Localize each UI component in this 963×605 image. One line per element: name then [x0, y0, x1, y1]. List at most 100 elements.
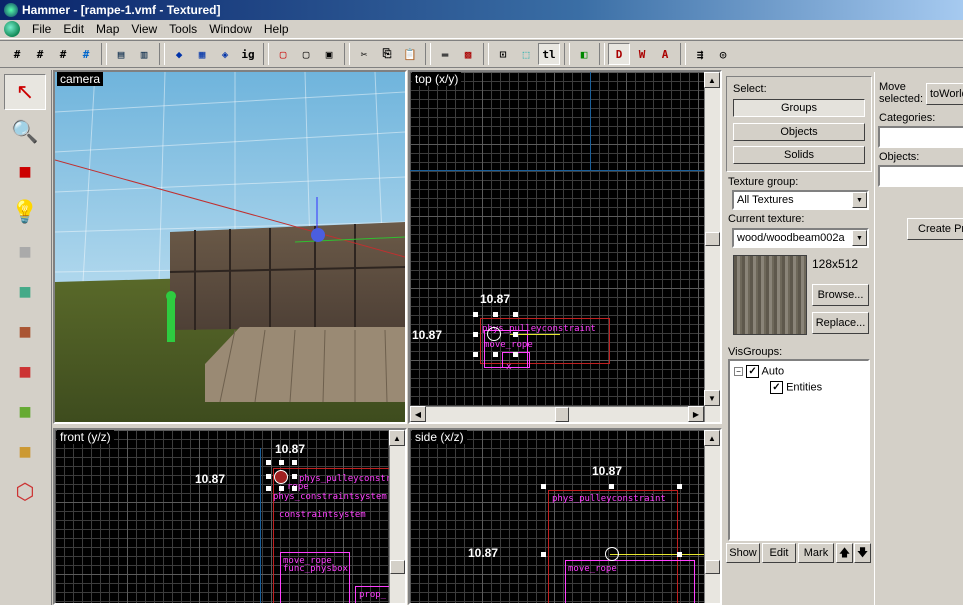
menu-file[interactable]: File: [26, 22, 57, 36]
visgroup-auto-row[interactable]: − ✓ Auto: [734, 365, 784, 378]
front-viewport[interactable]: front (y/z) 10.87 10.87 phys_pulleyconst…: [53, 428, 407, 605]
selection-tool-icon[interactable]: ↖: [4, 74, 46, 110]
resize-handle[interactable]: [513, 332, 518, 337]
select-solids-button[interactable]: Solids: [733, 146, 865, 164]
resize-handle[interactable]: [541, 484, 546, 489]
camera-viewport[interactable]: camera: [53, 70, 407, 424]
hollow-icon[interactable]: ▢: [295, 43, 317, 65]
resize-handle[interactable]: [266, 460, 271, 465]
menu-view[interactable]: View: [125, 22, 163, 36]
show-all-icon[interactable]: ▦: [191, 43, 213, 65]
texture-application-icon[interactable]: ■: [4, 274, 46, 310]
move-up-arrow-icon[interactable]: 🡅: [836, 543, 853, 563]
hide-selected-icon[interactable]: ◆: [168, 43, 190, 65]
pulley-origin-icon[interactable]: [605, 547, 619, 561]
carve-icon[interactable]: ▢: [272, 43, 294, 65]
resize-handle[interactable]: [493, 352, 498, 357]
resize-handle[interactable]: [677, 484, 682, 489]
side-viewport[interactable]: side (x/z) 10.87 10.87 phys_pulleyconstr…: [408, 428, 722, 605]
pulley-origin-icon[interactable]: [487, 327, 501, 341]
pulley-origin-icon[interactable]: [274, 470, 288, 484]
browse-button[interactable]: Browse...: [812, 284, 869, 306]
run-map-icon[interactable]: ⇶: [689, 43, 711, 65]
resize-handle[interactable]: [493, 312, 498, 317]
grid-smaller-icon[interactable]: #: [52, 43, 74, 65]
group-icon[interactable]: ▤: [110, 43, 132, 65]
clipping-tool-icon[interactable]: ■: [4, 434, 46, 470]
chevron-down-icon[interactable]: ▼: [852, 230, 867, 246]
visgroups-tree[interactable]: − ✓ Auto ✓ Entities: [728, 359, 870, 541]
resize-handle[interactable]: [266, 486, 271, 491]
visgroup-edit-button[interactable]: Edit: [762, 543, 796, 563]
resize-handle[interactable]: [473, 352, 478, 357]
chevron-down-icon[interactable]: ▼: [852, 192, 867, 208]
decal-tool-icon[interactable]: ■: [4, 354, 46, 390]
scroll-thumb[interactable]: [705, 560, 720, 574]
3d-grid-icon[interactable]: #: [29, 43, 51, 65]
scroll-left-arrow-icon[interactable]: ◀: [410, 406, 426, 422]
menu-map[interactable]: Map: [90, 22, 125, 36]
resize-handle[interactable]: [473, 312, 478, 317]
scroll-up-arrow-icon[interactable]: ▲: [389, 430, 405, 446]
select-by-handles-icon[interactable]: ⬚: [515, 43, 537, 65]
display-a-icon[interactable]: A: [654, 43, 676, 65]
resize-handle[interactable]: [677, 552, 682, 557]
move-down-arrow-icon[interactable]: 🡇: [854, 543, 871, 563]
entity-tool-icon[interactable]: 💡: [4, 194, 46, 230]
front-vertical-scrollbar[interactable]: ▲: [389, 430, 405, 603]
copy-icon[interactable]: ⎘: [376, 43, 398, 65]
side-vertical-scrollbar[interactable]: ▲: [704, 430, 720, 603]
scroll-right-arrow-icon[interactable]: ▶: [688, 406, 704, 422]
to-world-button[interactable]: toWorld: [926, 83, 963, 105]
resize-handle[interactable]: [473, 332, 478, 337]
to-entity-icon[interactable]: ▩: [457, 43, 479, 65]
menu-tools[interactable]: Tools: [163, 22, 203, 36]
categories-select[interactable]: [878, 126, 963, 148]
resize-handle[interactable]: [541, 552, 546, 557]
select-groups-button[interactable]: Groups: [733, 99, 865, 117]
top-horizontal-scrollbar[interactable]: ◀ ▶: [410, 406, 704, 422]
scroll-thumb[interactable]: [555, 407, 569, 422]
ignore-groups-icon[interactable]: ig: [237, 43, 259, 65]
solid-to-world-icon[interactable]: ▬: [434, 43, 456, 65]
compile-icon[interactable]: ◎: [712, 43, 734, 65]
resize-handle[interactable]: [279, 460, 284, 465]
replace-button[interactable]: Replace...: [812, 312, 869, 334]
top-viewport[interactable]: top (x/y) 10.87 10.87 phys_pulleyconstra…: [408, 70, 722, 424]
top-vertical-scrollbar[interactable]: ▲ ▼: [704, 72, 720, 422]
resize-handle[interactable]: [292, 474, 297, 479]
visgroup-show-button[interactable]: Show: [726, 543, 760, 563]
vertex-tool-icon[interactable]: ⬡: [4, 474, 46, 510]
menu-edit[interactable]: Edit: [57, 22, 90, 36]
ungroup-icon[interactable]: ▥: [133, 43, 155, 65]
block-tool-icon[interactable]: ■: [4, 234, 46, 270]
display-d-icon[interactable]: D: [608, 43, 630, 65]
checkbox-checked-icon[interactable]: ✓: [746, 365, 760, 378]
scroll-up-arrow-icon[interactable]: ▲: [704, 430, 720, 446]
texture-lock-pressed-icon[interactable]: tl: [538, 43, 560, 65]
display-w-icon[interactable]: W: [631, 43, 653, 65]
scroll-down-arrow-icon[interactable]: ▼: [704, 390, 720, 406]
visgroup-entities-row[interactable]: ✓ Entities: [770, 381, 822, 394]
cut-icon[interactable]: ✂: [353, 43, 375, 65]
texture-lock-icon[interactable]: ⊡: [492, 43, 514, 65]
resize-handle[interactable]: [266, 474, 271, 479]
objects-list[interactable]: [878, 165, 963, 187]
camera-tool-icon[interactable]: ■: [4, 154, 46, 190]
checkbox-checked-icon[interactable]: ✓: [770, 381, 783, 394]
apply-texture-icon[interactable]: ■: [4, 314, 46, 350]
resize-handle[interactable]: [513, 352, 518, 357]
menu-window[interactable]: Window: [203, 22, 258, 36]
resize-handle[interactable]: [279, 486, 284, 491]
menu-help[interactable]: Help: [258, 22, 295, 36]
grid-larger-icon[interactable]: #: [75, 43, 97, 65]
create-prefab-button[interactable]: Create Pr: [907, 218, 963, 240]
resize-handle[interactable]: [609, 484, 614, 489]
scroll-thumb[interactable]: [705, 232, 720, 246]
resize-handle[interactable]: [292, 486, 297, 491]
clip-icon[interactable]: ▣: [318, 43, 340, 65]
flip-icon[interactable]: ◧: [573, 43, 595, 65]
visgroup-icon[interactable]: ◈: [214, 43, 236, 65]
current-texture-select[interactable]: wood/woodbeam002a ▼: [732, 228, 869, 248]
texture-group-select[interactable]: All Textures ▼: [732, 190, 869, 210]
